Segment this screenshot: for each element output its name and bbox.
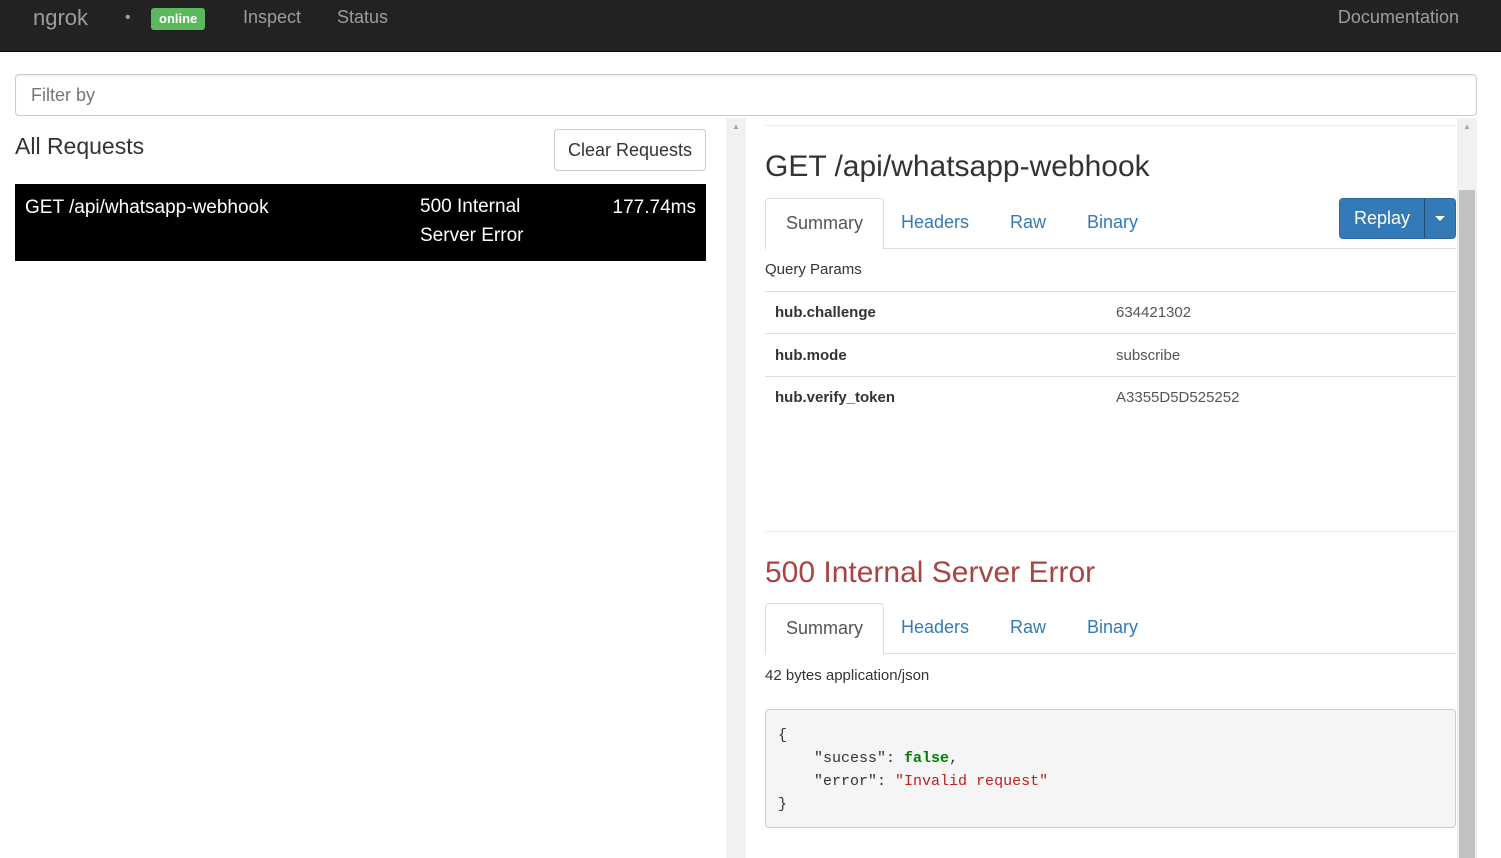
table-row: hub.mode subscribe [765, 333, 1456, 377]
tab-response-summary[interactable]: Summary [765, 603, 885, 655]
tab-request-headers[interactable]: Headers [881, 198, 989, 249]
nav-link-inspect[interactable]: Inspect [243, 7, 301, 28]
tab-request-binary[interactable]: Binary [1067, 198, 1158, 249]
code-line: "sucess": false, [778, 747, 1443, 770]
scroll-up-arrow-icon[interactable]: ▲ [726, 122, 746, 131]
tab-request-raw[interactable]: Raw [990, 198, 1066, 249]
requests-list-title: All Requests [15, 133, 145, 159]
param-value: A3355D5D525252 [1106, 376, 1456, 419]
detail-top-border [765, 125, 1456, 126]
section-divider [765, 531, 1456, 532]
param-key: hub.mode [765, 333, 1106, 377]
response-meta: 42 bytes application/json [765, 667, 930, 684]
response-body-code: { "sucess": false, "error": "Invalid req… [765, 709, 1456, 828]
nav-link-status[interactable]: Status [337, 7, 388, 28]
response-tabs: Summary Headers Raw Binary [765, 603, 1456, 655]
scrollbar-thumb[interactable] [1459, 190, 1475, 858]
top-navbar: ngrok • online Inspect Status Documentat… [0, 0, 1501, 52]
replay-button[interactable]: Replay [1339, 198, 1425, 239]
nav-link-documentation[interactable]: Documentation [1338, 7, 1459, 28]
replay-dropdown-toggle[interactable] [1424, 198, 1456, 239]
tab-response-raw[interactable]: Raw [990, 603, 1066, 654]
code-separator: : [886, 750, 905, 767]
filter-input[interactable] [15, 74, 1477, 116]
tab-request-summary[interactable]: Summary [765, 198, 885, 250]
code-key: "sucess" [814, 750, 887, 767]
request-duration: 177.74ms [612, 197, 696, 218]
code-separator: : [877, 773, 896, 790]
caret-down-icon [1435, 216, 1445, 221]
code-key: "error" [814, 773, 878, 790]
code-string: "Invalid request" [895, 773, 1049, 790]
code-line: } [778, 793, 1443, 816]
param-value: subscribe [1106, 333, 1456, 377]
request-path: GET /api/whatsapp-webhook [25, 197, 269, 218]
code-line: "error": "Invalid request" [778, 770, 1443, 793]
detail-scrollbar[interactable]: ▲ [1457, 118, 1477, 858]
status-badge: online [151, 8, 206, 30]
tab-response-binary[interactable]: Binary [1067, 603, 1158, 654]
tab-response-headers[interactable]: Headers [881, 603, 989, 654]
request-detail-title: GET /api/whatsapp-webhook [765, 150, 1150, 183]
table-row: hub.verify_token A3355D5D525252 [765, 376, 1456, 419]
param-key: hub.verify_token [765, 376, 1106, 419]
code-brace-open: { [778, 727, 788, 744]
clear-requests-button[interactable]: Clear Requests [554, 129, 706, 171]
request-row-selected[interactable]: GET /api/whatsapp-webhook 500 Internal S… [15, 184, 706, 261]
code-boolean: false [904, 750, 950, 767]
request-status: 500 Internal Server Error [420, 196, 524, 246]
replay-button-group: Replay [1339, 198, 1456, 239]
param-key: hub.challenge [765, 291, 1106, 334]
brand-logo[interactable]: ngrok [33, 5, 88, 31]
nav-separator: • [125, 9, 131, 26]
code-brace-close: } [778, 796, 788, 813]
query-params-label: Query Params [765, 261, 862, 278]
table-row: hub.challenge 634421302 [765, 291, 1456, 334]
scroll-up-arrow-icon[interactable]: ▲ [1457, 122, 1477, 131]
response-detail-title: 500 Internal Server Error [765, 556, 1096, 589]
param-value: 634421302 [1106, 291, 1456, 334]
code-line: { [778, 724, 1443, 747]
requests-scrollbar[interactable]: ▲ [726, 118, 746, 858]
query-params-table: hub.challenge 634421302 hub.mode subscri… [765, 291, 1456, 419]
code-comma: , [949, 750, 959, 767]
